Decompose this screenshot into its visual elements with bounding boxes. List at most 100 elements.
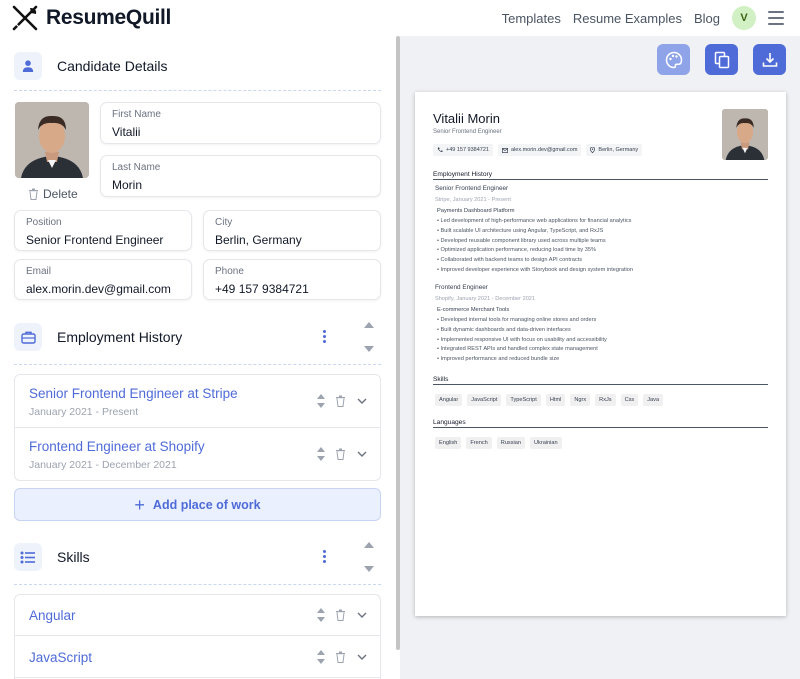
resume-role: Senior Frontend Engineer bbox=[433, 129, 502, 135]
resume-bullets: • Developed internal tools for managing … bbox=[437, 316, 607, 365]
top-header: ResumeQuill Templates Resume Examples Bl… bbox=[0, 0, 800, 36]
briefcase-icon bbox=[14, 323, 42, 351]
nav-resume-examples[interactable]: Resume Examples bbox=[573, 11, 682, 26]
email-field[interactable]: Email alex.morin.dev@gmail.com bbox=[14, 259, 192, 300]
chevron-down-icon[interactable] bbox=[356, 450, 368, 458]
skill-item[interactable]: JavaScript bbox=[15, 636, 380, 678]
copy-icon bbox=[714, 51, 729, 68]
resume-bullet: • Improved developer experience with Sto… bbox=[437, 266, 633, 273]
employment-more-icon[interactable] bbox=[323, 330, 327, 343]
email-label: Email bbox=[26, 266, 52, 277]
trash-icon[interactable] bbox=[335, 651, 346, 663]
theme-button[interactable] bbox=[657, 44, 690, 75]
first-name-input[interactable]: Vitalii bbox=[112, 125, 369, 139]
chevron-down-icon[interactable] bbox=[356, 653, 368, 661]
move-up-icon[interactable] bbox=[364, 542, 374, 548]
employment-item-title[interactable]: Frontend Engineer at Shopify bbox=[29, 439, 205, 454]
chevron-down-icon[interactable] bbox=[356, 397, 368, 405]
trash-icon bbox=[29, 188, 38, 200]
candidate-section-title: Candidate Details bbox=[57, 58, 168, 74]
delete-photo-button[interactable]: Delete bbox=[28, 187, 78, 201]
resume-job-sub: Shopify, January 2021 - December 2021 bbox=[435, 296, 536, 302]
skills-section-title: Skills bbox=[57, 549, 90, 565]
delete-label: Delete bbox=[43, 187, 78, 201]
last-name-input[interactable]: Morin bbox=[112, 178, 369, 192]
person-icon bbox=[14, 52, 42, 80]
list-icon bbox=[14, 543, 42, 571]
resume-language-tag: Ukrainian bbox=[530, 437, 562, 449]
employment-item[interactable]: Frontend Engineer at Shopify January 202… bbox=[15, 428, 380, 480]
download-button[interactable] bbox=[753, 44, 786, 75]
nav-templates[interactable]: Templates bbox=[502, 11, 561, 26]
move-down-icon[interactable] bbox=[364, 346, 374, 352]
resume-job-sub: Stripe, January 2021 - Present bbox=[435, 197, 511, 203]
reorder-icon[interactable] bbox=[317, 447, 325, 461]
add-place-of-work-button[interactable]: + Add place of work bbox=[14, 488, 381, 521]
phone-input[interactable]: +49 157 9384721 bbox=[215, 282, 369, 296]
reorder-icon[interactable] bbox=[317, 650, 325, 664]
move-down-icon[interactable] bbox=[364, 566, 374, 572]
add-place-of-work-label: Add place of work bbox=[152, 497, 261, 512]
last-name-label: Last Name bbox=[112, 162, 161, 173]
palette-icon bbox=[665, 51, 682, 68]
row-tools bbox=[317, 608, 368, 622]
skill-item[interactable]: Angular bbox=[15, 595, 380, 636]
skill-item-title[interactable]: Angular bbox=[29, 608, 76, 623]
resume-skills-heading: Skills bbox=[433, 376, 768, 385]
employment-section-title: Employment History bbox=[57, 329, 183, 345]
resume-bullet: • Collaborated with backend teams to des… bbox=[437, 257, 582, 264]
skills-reorder[interactable] bbox=[364, 542, 376, 572]
menu-icon[interactable] bbox=[768, 11, 784, 25]
employment-reorder[interactable] bbox=[364, 322, 376, 352]
resume-bullet: • Improved performance and reduced bundl… bbox=[437, 356, 560, 363]
download-icon bbox=[762, 52, 777, 67]
resume-project: E-commerce Merchant Tools bbox=[437, 307, 510, 313]
resume-photo bbox=[722, 109, 768, 160]
skills-more-icon[interactable] bbox=[323, 550, 327, 563]
plus-icon: + bbox=[134, 494, 145, 515]
duplicate-button[interactable] bbox=[705, 44, 738, 75]
skills-list: Angular JavaScript bbox=[14, 594, 381, 679]
position-field[interactable]: Position Senior Frontend Engineer bbox=[14, 210, 192, 251]
move-up-icon[interactable] bbox=[364, 322, 374, 328]
app-logo[interactable]: ResumeQuill bbox=[10, 4, 171, 32]
position-input[interactable]: Senior Frontend Engineer bbox=[26, 233, 180, 247]
city-label: City bbox=[215, 217, 233, 228]
reorder-icon[interactable] bbox=[317, 394, 325, 408]
user-avatar[interactable]: V bbox=[732, 6, 756, 30]
city-input[interactable]: Berlin, Germany bbox=[215, 233, 369, 247]
phone-field[interactable]: Phone +49 157 9384721 bbox=[203, 259, 381, 300]
first-name-field[interactable]: First Name Vitalii bbox=[100, 102, 381, 144]
last-name-field[interactable]: Last Name Morin bbox=[100, 155, 381, 197]
trash-icon[interactable] bbox=[335, 395, 346, 407]
resume-languages-heading: Languages bbox=[433, 419, 768, 428]
skill-item-title[interactable]: JavaScript bbox=[29, 650, 92, 665]
email-input[interactable]: alex.morin.dev@gmail.com bbox=[26, 282, 180, 296]
employment-item-title[interactable]: Senior Frontend Engineer at Stripe bbox=[29, 386, 238, 401]
resume-bullet: • Led development of high-performance we… bbox=[437, 218, 632, 224]
resume-language-tag: Russian bbox=[496, 437, 525, 449]
nav-blog[interactable]: Blog bbox=[694, 11, 720, 26]
candidate-photo[interactable] bbox=[15, 102, 89, 178]
resume-skill-tag: Ngrx bbox=[570, 394, 591, 406]
resume-email: alex.morin.dev@gmail.com bbox=[510, 147, 578, 153]
city-field[interactable]: City Berlin, Germany bbox=[203, 210, 381, 251]
location-pin-icon bbox=[590, 147, 596, 153]
chevron-down-icon[interactable] bbox=[356, 611, 368, 619]
resume-project: Payments Dashboard Platform bbox=[437, 208, 515, 214]
trash-icon[interactable] bbox=[335, 448, 346, 460]
reorder-icon[interactable] bbox=[317, 608, 325, 622]
resume-bullet: • Developed internal tools for managing … bbox=[437, 317, 597, 323]
editor-panel: Candidate Details Delete First Name Vita… bbox=[0, 36, 396, 679]
row-tools bbox=[317, 447, 368, 461]
phone-label: Phone bbox=[215, 266, 244, 277]
resume-bullets: • Led development of high-performance we… bbox=[437, 217, 633, 276]
resume-contacts: +49 157 9384721 alex.morin.dev@gmail.com… bbox=[433, 144, 643, 156]
resume-skill-tag: RxJs bbox=[595, 394, 616, 406]
position-label: Position bbox=[26, 217, 62, 228]
resume-job-title: Senior Frontend Engineer bbox=[435, 185, 509, 192]
trash-icon[interactable] bbox=[335, 609, 346, 621]
preview-panel: Vitalii Morin Senior Frontend Engineer +… bbox=[400, 36, 800, 679]
phone-icon bbox=[437, 147, 443, 153]
employment-item[interactable]: Senior Frontend Engineer at Stripe Janua… bbox=[15, 375, 380, 428]
